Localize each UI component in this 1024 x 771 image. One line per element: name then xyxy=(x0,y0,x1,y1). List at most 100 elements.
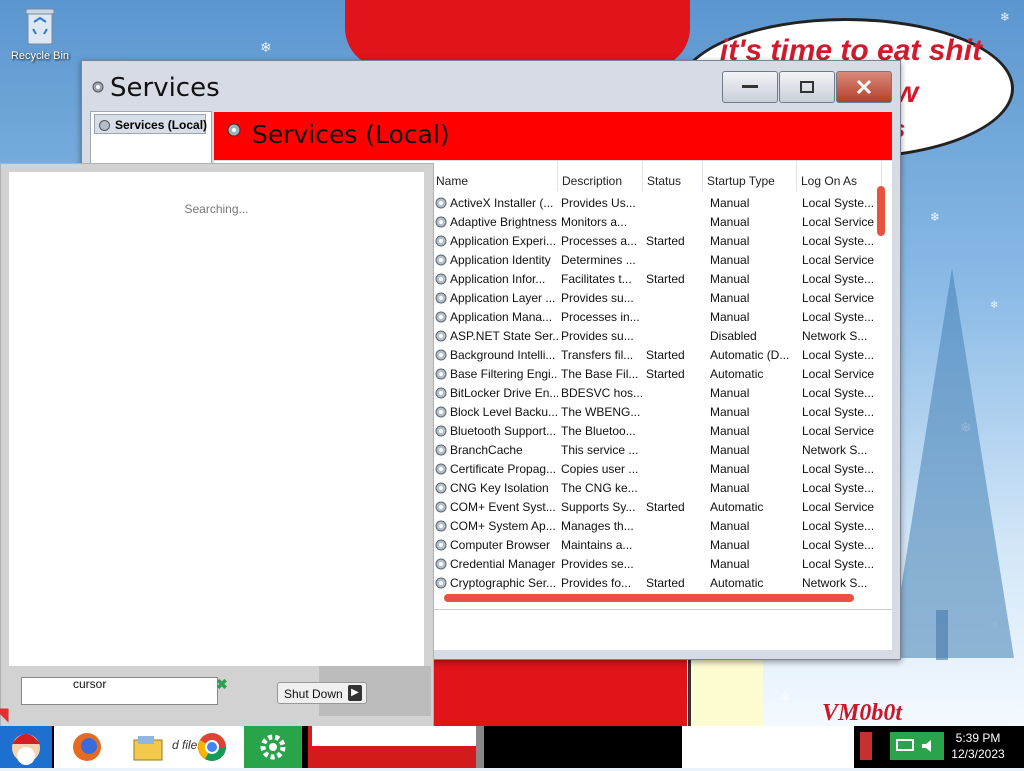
vertical-scrollbar[interactable] xyxy=(877,186,887,576)
table-row[interactable]: Cryptographic Ser... Provides fo... Starte… xyxy=(432,574,877,593)
table-row[interactable]: Application Layer ... Provides su... Manua… xyxy=(432,289,877,308)
cell-startup-type: Manual xyxy=(710,310,750,324)
cell-name: Certificate Propag... xyxy=(450,462,557,476)
taskbar-empty-area xyxy=(682,726,854,768)
cell-description: The Base Fil... xyxy=(561,367,639,381)
cell-startup-type: Manual xyxy=(710,253,750,267)
start-button[interactable] xyxy=(0,726,52,768)
table-row[interactable]: Certificate Propag... Copies user ... Manu… xyxy=(432,460,877,479)
cell-name: Adaptive Brightness xyxy=(450,215,557,229)
table-row[interactable]: Bluetooth Support... The Bluetoo... Manual… xyxy=(432,422,877,441)
table-row[interactable]: ASP.NET State Ser... Provides su... Disabl… xyxy=(432,327,877,346)
shutdown-button[interactable]: Shut Down ▶ xyxy=(277,682,367,704)
column-header-startup-type[interactable]: Startup Type xyxy=(703,161,797,191)
cell-status: Started xyxy=(646,576,685,590)
horizontal-scrollbar[interactable] xyxy=(444,594,854,602)
clear-search-icon[interactable]: ✖ xyxy=(216,676,228,693)
cell-startup-type: Manual xyxy=(710,481,750,495)
column-header-name[interactable]: Name xyxy=(432,161,558,191)
cell-description: Copies user ... xyxy=(561,462,639,476)
tray-icons-group[interactable] xyxy=(890,732,944,760)
cell-startup-type: Manual xyxy=(710,386,750,400)
table-row[interactable]: Application Identity Determines ... Manual… xyxy=(432,251,877,270)
table-row[interactable]: Computer Browser Maintains a... Manual Loca… xyxy=(432,536,877,555)
services-gear-icon xyxy=(90,79,106,95)
cell-status xyxy=(646,403,706,422)
table-row[interactable]: Block Level Backu... The WBENG... Manual Lo… xyxy=(432,403,877,422)
cell-log-on-as: Local Service xyxy=(802,424,875,438)
service-gear-icon xyxy=(434,310,448,327)
table-row[interactable]: Credential Manager Provides se... Manual Lo… xyxy=(432,555,877,574)
service-gear-icon xyxy=(434,405,448,422)
column-header-log-on-as[interactable]: Log On As xyxy=(797,161,882,191)
cell-log-on-as: Network S... xyxy=(802,576,868,590)
cell-log-on-as: Local Service xyxy=(802,500,875,514)
scrollbar-thumb[interactable] xyxy=(877,186,885,236)
table-row[interactable]: Application Mana... Processes in... Manual… xyxy=(432,308,877,327)
minimize-button[interactable] xyxy=(722,71,778,103)
cell-name: Credential Manager xyxy=(450,557,556,571)
cell-name: CNG Key Isolation xyxy=(450,481,549,495)
table-row[interactable]: ActiveX Installer (... Provides Us... Manu… xyxy=(432,194,877,213)
search-input[interactable] xyxy=(21,677,218,705)
cell-log-on-as: Local Service xyxy=(802,367,875,381)
cell-status xyxy=(646,213,706,232)
gear-icon xyxy=(260,734,286,760)
search-panel: Searching... cursor ✖ Shut Down ▶ xyxy=(0,163,434,728)
cell-log-on-as: Local Syste... xyxy=(802,481,875,495)
cell-log-on-as: Local Syste... xyxy=(802,234,875,248)
chrome-icon xyxy=(198,733,226,761)
snowflake: ❄ xyxy=(260,40,272,56)
tree-item-services-local[interactable]: Services (Local) xyxy=(94,114,207,134)
table-row[interactable]: Application Experi... Processes a... Start… xyxy=(432,232,877,251)
table-row[interactable]: Base Filtering Engi... The Base Fil... Sta… xyxy=(432,365,877,384)
cell-description: BDESVC hos... xyxy=(561,386,643,400)
cell-log-on-as: Local Syste... xyxy=(802,405,875,419)
cell-log-on-as: Local Service xyxy=(802,215,875,229)
service-gear-icon xyxy=(434,367,448,384)
cell-description: Supports Sy... xyxy=(561,500,636,514)
cell-log-on-as: Network S... xyxy=(802,329,868,343)
recycle-bin-shortcut[interactable]: Recycle Bin xyxy=(6,6,74,62)
cell-description: Processes in... xyxy=(561,310,640,324)
shutdown-label: Shut Down xyxy=(284,687,343,701)
tree-shape xyxy=(890,268,1014,658)
column-header-description[interactable]: Description xyxy=(558,161,643,191)
cell-name: Application Identity xyxy=(450,253,551,267)
table-row[interactable]: COM+ System Ap... Manages th... Manual Loca… xyxy=(432,517,877,536)
cell-startup-type: Manual xyxy=(710,272,750,286)
chevron-right-icon[interactable]: ▶ xyxy=(348,685,362,701)
cell-description: Facilitates t... xyxy=(561,272,632,286)
cell-status xyxy=(646,251,706,270)
cell-status xyxy=(646,194,706,213)
service-gear-icon xyxy=(434,329,448,346)
cell-status: Started xyxy=(646,367,685,381)
table-row[interactable]: Application Infor... Facilitates t... Star… xyxy=(432,270,877,289)
service-gear-icon xyxy=(434,234,448,251)
table-row[interactable]: BranchCache This service ... Manual Network… xyxy=(432,441,877,460)
cell-name: Application Layer ... xyxy=(450,291,556,305)
table-row[interactable]: Background Intelli... Transfers fil... Sta… xyxy=(432,346,877,365)
service-gear-icon xyxy=(434,481,448,498)
cell-startup-type: Manual xyxy=(710,462,750,476)
taskbar-button-services[interactable] xyxy=(244,726,302,768)
cell-status xyxy=(646,517,706,536)
cell-status xyxy=(646,289,706,308)
cell-name: BranchCache xyxy=(450,443,523,457)
table-row[interactable]: Adaptive Brightness Monitors a... Manual Lo… xyxy=(432,213,877,232)
table-row[interactable]: BitLocker Drive En... BDESVC hos... Manual… xyxy=(432,384,877,403)
table-row[interactable]: COM+ Event Syst... Supports Sy... Started A… xyxy=(432,498,877,517)
cell-log-on-as: Local Service xyxy=(802,253,875,267)
column-header-status[interactable]: Status xyxy=(643,161,703,191)
cell-name: BitLocker Drive En... xyxy=(450,386,558,400)
cell-name: Computer Browser xyxy=(450,538,551,552)
table-row[interactable]: CNG Key Isolation The CNG ke... Manual Loca… xyxy=(432,479,877,498)
taskbar-clock[interactable]: 5:39 PM 12/3/2023 xyxy=(944,730,1012,762)
wallpaper-signature: VM0b0t xyxy=(822,700,903,726)
cell-log-on-as: Local Syste... xyxy=(802,348,875,362)
maximize-button[interactable] xyxy=(779,71,835,103)
tray-flag-icon[interactable] xyxy=(860,732,872,760)
close-button[interactable] xyxy=(836,71,892,103)
cell-startup-type: Automatic xyxy=(710,500,764,514)
taskbar-button-firefox[interactable]: d files xyxy=(54,726,244,768)
